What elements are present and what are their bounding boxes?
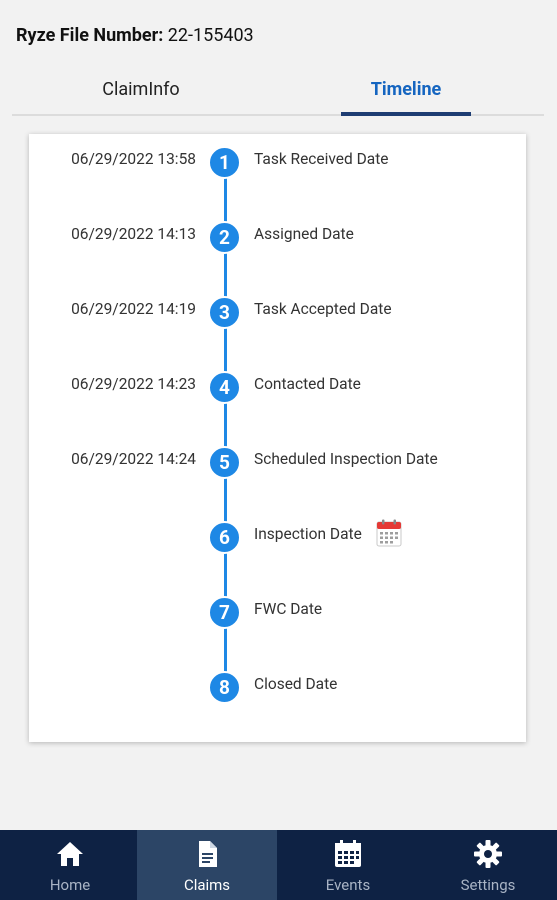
step-number: 1 (208, 146, 241, 179)
nav-home-label: Home (49, 876, 91, 894)
timeline-step: 06/29/2022 14:13 2 Assigned Date (0, 220, 557, 254)
tab-active-indicator (341, 112, 471, 116)
file-number-label: Ryze File Number: (16, 25, 164, 46)
step-label: Task Received Date (254, 150, 389, 168)
step-number: 6 (208, 521, 241, 554)
step-date: 06/29/2022 14:24 (71, 450, 196, 468)
nav-settings-label: Settings (460, 876, 516, 894)
step-date: 06/29/2022 14:23 (71, 375, 196, 393)
page-header: Ryze File Number: 22-155403 ClaimInfo Ti… (0, 0, 557, 118)
step-label: Contacted Date (254, 375, 361, 393)
step-label: Task Accepted Date (254, 300, 392, 318)
timeline-step: 06/29/2022 13:58 1 Task Received Date (0, 145, 557, 179)
step-label: Closed Date (254, 675, 338, 693)
timeline-step: 8 Closed Date (0, 670, 557, 704)
nav-events-label: Events (325, 876, 371, 894)
home-icon (57, 842, 83, 866)
step-number: 3 (208, 296, 241, 329)
tab-claiminfo[interactable]: ClaimInfo (12, 62, 270, 116)
step-label: FWC Date (254, 600, 323, 618)
nav-claims[interactable]: Claims (137, 830, 277, 900)
step-label: Assigned Date (254, 225, 354, 243)
nav-events[interactable]: Events (278, 830, 418, 900)
tab-timeline[interactable]: Timeline (341, 62, 471, 116)
step-number: 5 (208, 446, 241, 479)
file-number-value: 22-155403 (167, 25, 254, 46)
calendar-picker-icon[interactable] (376, 519, 402, 547)
tab-timeline-label: Timeline (370, 78, 442, 100)
calendar-icon (335, 840, 361, 867)
step-label: Inspection Date (254, 525, 362, 543)
step-label: Scheduled Inspection Date (254, 450, 438, 468)
tab-bar: ClaimInfo Timeline (12, 62, 544, 116)
timeline-step: 6 Inspection Date (0, 519, 557, 554)
timeline-step: 06/29/2022 14:24 5 Scheduled Inspection … (0, 445, 557, 479)
step-number: 7 (208, 596, 241, 629)
timeline-step: 06/29/2022 14:19 3 Task Accepted Date (0, 295, 557, 329)
step-number: 4 (208, 371, 241, 404)
bottom-navigation: Home Claims Events Settings (0, 830, 557, 900)
gear-icon (474, 840, 502, 868)
step-date: 06/29/2022 14:19 (71, 300, 196, 318)
step-date: 06/29/2022 13:58 (71, 150, 196, 168)
nav-home[interactable]: Home (0, 830, 140, 900)
step-date: 06/29/2022 14:13 (71, 225, 196, 243)
nav-settings[interactable]: Settings (418, 830, 557, 900)
nav-claims-label: Claims (183, 876, 231, 894)
timeline-step: 06/29/2022 14:23 4 Contacted Date (0, 370, 557, 404)
step-number: 2 (208, 221, 241, 254)
step-number: 8 (208, 671, 241, 704)
document-icon (199, 841, 217, 867)
file-number: Ryze File Number: 22-155403 (16, 24, 254, 48)
timeline-step: 7 FWC Date (0, 595, 557, 629)
